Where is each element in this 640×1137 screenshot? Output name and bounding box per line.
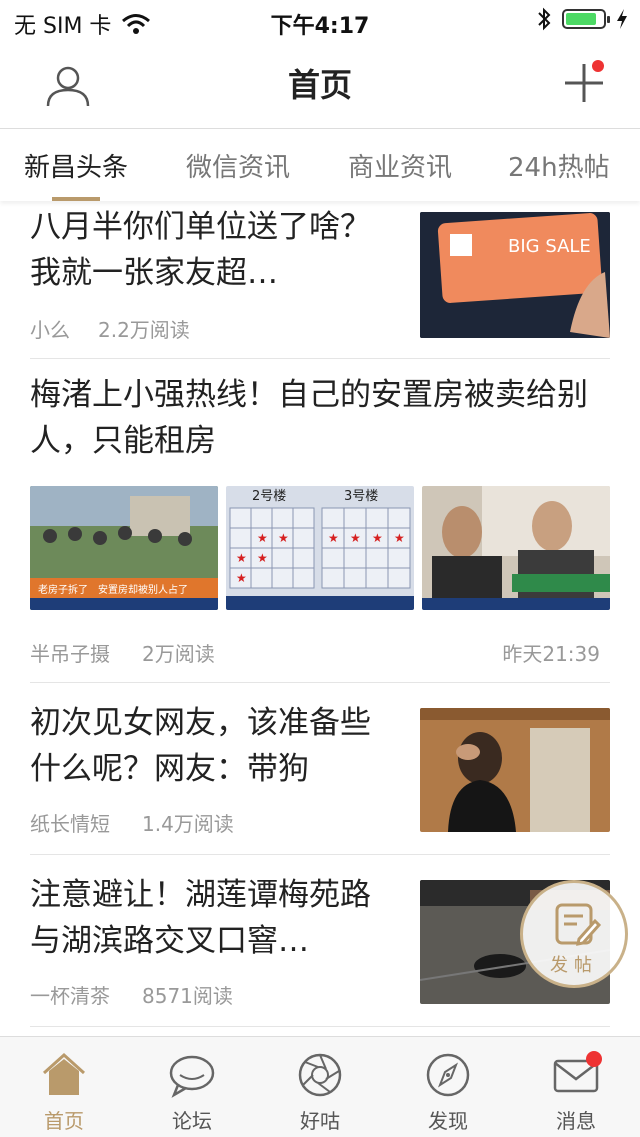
navigation-bar: 首页 xyxy=(0,40,640,128)
tab-business-news[interactable]: 商业资讯 xyxy=(348,147,452,184)
article-thumbnail: BIG SALE xyxy=(420,212,610,338)
bottom-tab-bar: 首页 论坛 好咕 发现 消息 xyxy=(0,1036,640,1137)
add-button[interactable] xyxy=(560,58,608,106)
home-icon xyxy=(42,1052,86,1095)
article-title: 注意避让！湖莲谭梅苑路与湖滨路交叉口窨… xyxy=(30,877,371,959)
tab-xinchang-headlines[interactable]: 新昌头条 xyxy=(24,147,128,184)
status-indicators xyxy=(536,7,628,31)
article-title: 梅渚上小强热线！自己的安置房被卖给别人，只能租房 xyxy=(30,377,588,459)
svg-text:★: ★ xyxy=(278,531,289,545)
svg-text:★: ★ xyxy=(394,531,405,545)
page-title: 首页 xyxy=(287,66,352,104)
battery-level xyxy=(566,13,596,25)
post-button[interactable]: 发帖 xyxy=(520,880,628,988)
article-title: 初次见女网友，该准备些什么呢？网友：带狗 xyxy=(30,705,371,787)
tabbar-forum[interactable]: 论坛 xyxy=(128,1037,256,1137)
category-tabs: 新昌头条 微信资讯 商业资讯 24h热帖 xyxy=(0,128,640,201)
svg-text:★: ★ xyxy=(236,571,247,585)
article-item[interactable]: 初次见女网友，该准备些什么呢？网友：带狗 纸长情短 1.4万阅读 xyxy=(30,700,610,850)
aperture-icon xyxy=(298,1053,342,1097)
charging-icon xyxy=(617,9,627,29)
tabbar-haogu[interactable]: 好咕 xyxy=(256,1037,384,1137)
article-reads: 2万阅读 xyxy=(142,642,215,666)
compose-icon xyxy=(555,903,601,946)
tabbar-discover-label: 发现 xyxy=(428,1109,468,1133)
notification-dot xyxy=(592,60,604,72)
tabbar-messages[interactable]: 消息 xyxy=(512,1037,640,1137)
tab-24h-hot[interactable]: 24h热帖 xyxy=(508,147,610,184)
article-reads: 8571阅读 xyxy=(142,984,233,1008)
svg-text:★: ★ xyxy=(328,531,339,545)
divider xyxy=(30,1026,610,1027)
tabbar-home-label: 首页 xyxy=(44,1109,84,1133)
building-label-2: 2号楼 xyxy=(252,489,286,504)
article-item[interactable]: 八月半你们单位送了啥？我就一张家友超… 小么 2.2万阅读 BIG SALE xyxy=(30,204,610,354)
card-caption: BIG SALE xyxy=(508,236,591,257)
tab-wechat-news[interactable]: 微信资讯 xyxy=(186,147,290,184)
divider xyxy=(30,682,610,683)
article-reads: 2.2万阅读 xyxy=(98,318,190,342)
article-thumbnail xyxy=(420,708,610,832)
tabbar-haogu-label: 好咕 xyxy=(300,1109,340,1133)
article-title: 八月半你们单位送了啥？我就一张家友超… xyxy=(30,209,371,291)
article-image-3 xyxy=(422,486,610,610)
chat-bubble-icon xyxy=(169,1055,215,1098)
svg-text:★: ★ xyxy=(350,531,361,545)
article-image-1: 老房子拆了 安置房却被别人占了 xyxy=(30,486,218,610)
article-author: 小么 xyxy=(30,318,70,342)
tabbar-forum-label: 论坛 xyxy=(172,1109,212,1133)
svg-text:★: ★ xyxy=(372,531,383,545)
article-author: 纸长情短 xyxy=(30,812,110,836)
compass-icon xyxy=(426,1053,470,1097)
battery-icon xyxy=(562,9,610,29)
message-badge xyxy=(586,1051,602,1067)
tabbar-discover[interactable]: 发现 xyxy=(384,1037,512,1137)
article-author: 半吊子摄 xyxy=(30,642,110,666)
svg-text:★: ★ xyxy=(257,531,268,545)
divider xyxy=(30,854,610,855)
image-caption: 老房子拆了 安置房却被别人占了 xyxy=(38,583,188,596)
svg-text:★: ★ xyxy=(257,551,268,565)
tabbar-messages-label: 消息 xyxy=(556,1109,596,1133)
post-button-label: 发帖 xyxy=(550,955,598,976)
tabbar-home[interactable]: 首页 xyxy=(0,1037,128,1137)
active-tab-indicator xyxy=(52,197,100,201)
article-timestamp: 昨天21:39 xyxy=(502,642,600,666)
building-label-3: 3号楼 xyxy=(344,489,378,504)
divider xyxy=(30,358,610,359)
bluetooth-icon xyxy=(538,7,551,31)
article-item[interactable]: 梅渚上小强热线！自己的安置房被卖给别人，只能租房 老房子拆了 安置房却被别人占了… xyxy=(30,372,610,682)
article-author: 一杯清茶 xyxy=(30,984,110,1008)
article-image-2: 2号楼 3号楼 ★ ★ ★ ★ ★ ★ ★ ★ ★ xyxy=(226,486,414,610)
svg-text:★: ★ xyxy=(236,551,247,565)
status-bar: 无 SIM 卡 下午4:17 xyxy=(0,0,640,40)
article-reads: 1.4万阅读 xyxy=(142,812,234,836)
